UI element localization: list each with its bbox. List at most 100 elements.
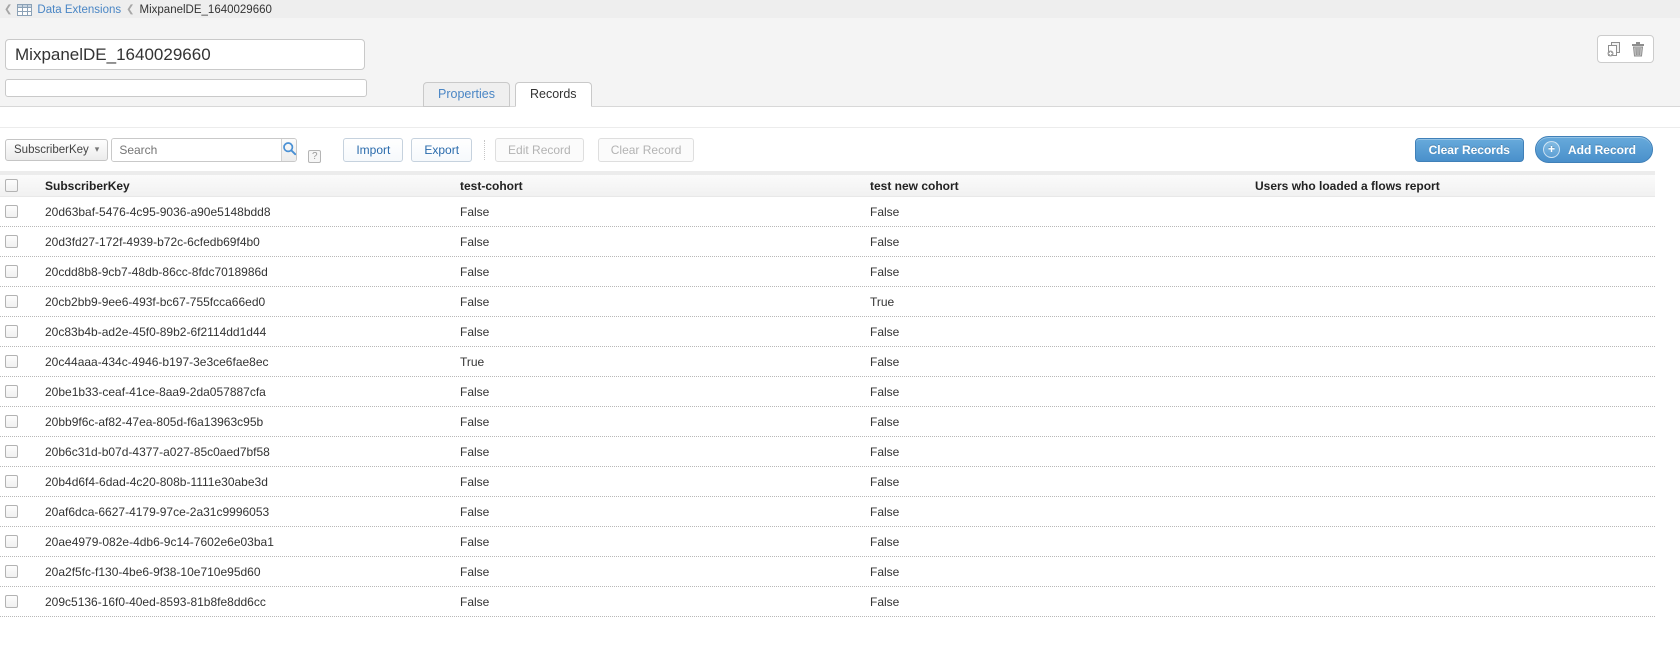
clear-records-button[interactable]: Clear Records: [1415, 138, 1524, 162]
row-checkbox-cell: [0, 415, 45, 428]
row-checkbox[interactable]: [5, 595, 18, 608]
select-all-checkbox[interactable]: [5, 179, 18, 192]
search-icon: [282, 141, 297, 159]
row-checkbox[interactable]: [5, 325, 18, 338]
row-checkbox[interactable]: [5, 415, 18, 428]
table-body: 20d63baf-5476-4c95-9036-a90e5148bdd8Fals…: [0, 197, 1655, 617]
row-checkbox-cell: [0, 235, 45, 248]
import-button[interactable]: Import: [343, 138, 403, 162]
data-extension-table-icon: [17, 4, 32, 16]
row-checkbox[interactable]: [5, 205, 18, 218]
breadcrumb: ❮ Data Extensions ❮ MixpanelDE_164002966…: [0, 0, 1680, 18]
table-cell: False: [870, 505, 1255, 519]
header-area: ❮ Data Extensions ❮ MixpanelDE_164002966…: [0, 0, 1680, 107]
row-checkbox-cell: [0, 295, 45, 308]
row-checkbox[interactable]: [5, 265, 18, 278]
search-button[interactable]: [281, 139, 297, 161]
table-cell: False: [870, 565, 1255, 579]
table-header-row: SubscriberKey test-cohort test new cohor…: [0, 171, 1655, 197]
edit-record-button[interactable]: Edit Record: [495, 138, 584, 162]
table-cell: False: [460, 385, 870, 399]
table-row[interactable]: 20d3fd27-172f-4939-b72c-6cfedb69f4b0Fals…: [0, 227, 1655, 257]
table-row[interactable]: 20c83b4b-ad2e-45f0-89b2-6f2114dd1d44Fals…: [0, 317, 1655, 347]
field-selector-label: SubscriberKey: [14, 144, 89, 156]
table-cell: 20bb9f6c-af82-47ea-805d-f6a13963c95b: [45, 415, 460, 429]
table-cell: 20ae4979-082e-4db6-9c14-7602e6e03ba1: [45, 535, 460, 549]
table-cell: False: [460, 235, 870, 249]
row-checkbox[interactable]: [5, 235, 18, 248]
column-header-users-flows-report[interactable]: Users who loaded a flows report: [1255, 179, 1655, 193]
tab-records[interactable]: Records: [515, 82, 592, 107]
table-cell: 20af6dca-6627-4179-97ce-2a31c9996053: [45, 505, 460, 519]
row-checkbox[interactable]: [5, 475, 18, 488]
select-all-cell: [0, 179, 45, 192]
chevron-down-icon: ▾: [95, 144, 100, 155]
table-cell: False: [460, 595, 870, 609]
table-cell: False: [460, 475, 870, 489]
table-row[interactable]: 209c5136-16f0-40ed-8593-81b8fe8dd6ccFals…: [0, 587, 1655, 617]
name-input[interactable]: [5, 39, 365, 70]
row-checkbox[interactable]: [5, 355, 18, 368]
description-input[interactable]: [5, 79, 367, 97]
table-row[interactable]: 20b6c31d-b07d-4377-a027-85c0aed7bf58Fals…: [0, 437, 1655, 467]
table-row[interactable]: 20cb2bb9-9ee6-493f-bc67-755fcca66ed0Fals…: [0, 287, 1655, 317]
row-checkbox-cell: [0, 325, 45, 338]
table-cell: False: [870, 205, 1255, 219]
table-row[interactable]: 20d63baf-5476-4c95-9036-a90e5148bdd8Fals…: [0, 197, 1655, 227]
row-checkbox[interactable]: [5, 535, 18, 548]
records-toolbar: SubscriberKey ▾ ? Import Export Edit Rec…: [0, 127, 1680, 171]
help-icon[interactable]: ?: [308, 150, 321, 163]
table-row[interactable]: 20af6dca-6627-4179-97ce-2a31c9996053 Fals…: [0, 497, 1655, 527]
row-checkbox-cell: [0, 445, 45, 458]
table-cell: False: [870, 355, 1255, 369]
row-checkbox-cell: [0, 205, 45, 218]
row-checkbox[interactable]: [5, 565, 18, 578]
table-row[interactable]: 20bb9f6c-af82-47ea-805d-f6a13963c95bFals…: [0, 407, 1655, 437]
column-header-test-cohort[interactable]: test-cohort: [460, 179, 870, 193]
column-header-test-new-cohort[interactable]: test new cohort: [870, 179, 1255, 193]
export-button[interactable]: Export: [411, 138, 472, 162]
add-record-label: Add Record: [1568, 143, 1636, 157]
table-row[interactable]: 20cdd8b8-9cb7-48db-86cc-8fdc7018986dFals…: [0, 257, 1655, 287]
tab-bar: Properties Records: [423, 82, 592, 107]
row-checkbox[interactable]: [5, 385, 18, 398]
table-cell: False: [870, 415, 1255, 429]
breadcrumb-current: MixpanelDE_1640029660: [140, 4, 272, 16]
column-header-subscriberkey[interactable]: SubscriberKey: [45, 179, 460, 193]
field-selector-dropdown[interactable]: SubscriberKey ▾: [5, 139, 108, 161]
row-checkbox[interactable]: [5, 445, 18, 458]
table-cell: True: [460, 355, 870, 369]
table-cell: 20a2f5fc-f130-4be6-9f38-10e710e95d60: [45, 565, 460, 579]
table-cell: 20cb2bb9-9ee6-493f-bc67-755fcca66ed0: [45, 295, 460, 309]
breadcrumb-link-data-extensions[interactable]: Data Extensions: [37, 4, 121, 16]
table-cell: False: [460, 415, 870, 429]
table-row[interactable]: 20c44aaa-434c-4946-b197-3e3ce6fae8ecTrue…: [0, 347, 1655, 377]
table-row[interactable]: 20b4d6f4-6dad-4c20-808b-1111e30abe3dFals…: [0, 467, 1655, 497]
table-cell: False: [870, 535, 1255, 549]
records-panel: SubscriberKey ▾ ? Import Export Edit Rec…: [0, 127, 1680, 617]
back-chevron-icon[interactable]: ❮: [4, 4, 12, 15]
table-row[interactable]: 20be1b33-ceaf-41ce-8aa9-2da057887cfaFals…: [0, 377, 1655, 407]
row-checkbox[interactable]: [5, 295, 18, 308]
copy-icon[interactable]: [1606, 41, 1622, 57]
table-cell: False: [460, 565, 870, 579]
table-cell: 20be1b33-ceaf-41ce-8aa9-2da057887cfa: [45, 385, 460, 399]
breadcrumb-separator-icon: ❮: [126, 4, 134, 15]
table-row[interactable]: 20ae4979-082e-4db6-9c14-7602e6e03ba1 Fals…: [0, 527, 1655, 557]
search-input[interactable]: [112, 139, 281, 161]
table-cell: False: [870, 445, 1255, 459]
clear-record-button[interactable]: Clear Record: [598, 138, 695, 162]
toolbar-divider: [484, 140, 485, 160]
table-row[interactable]: 20a2f5fc-f130-4be6-9f38-10e710e95d60Fals…: [0, 557, 1655, 587]
add-record-button[interactable]: + Add Record: [1535, 136, 1653, 163]
delete-icon[interactable]: [1631, 41, 1645, 57]
row-checkbox[interactable]: [5, 505, 18, 518]
row-checkbox-cell: [0, 595, 45, 608]
row-checkbox-cell: [0, 535, 45, 548]
table-cell: 20cdd8b8-9cb7-48db-86cc-8fdc7018986d: [45, 265, 460, 279]
table-cell: 20d3fd27-172f-4939-b72c-6cfedb69f4b0: [45, 235, 460, 249]
tab-properties[interactable]: Properties: [423, 82, 510, 107]
plus-icon: +: [1543, 141, 1560, 158]
table-cell: False: [460, 295, 870, 309]
row-checkbox-cell: [0, 265, 45, 278]
